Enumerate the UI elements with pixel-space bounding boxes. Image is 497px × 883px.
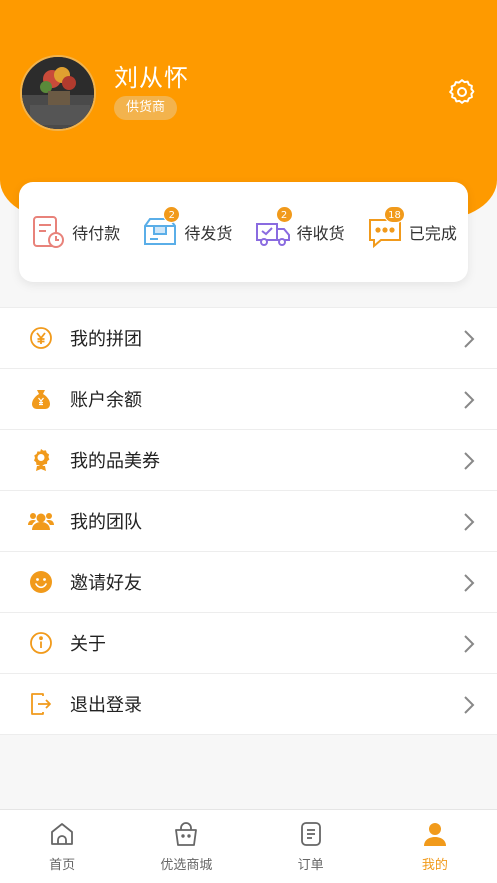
- tab-orders[interactable]: 订单: [249, 810, 373, 883]
- settings-button[interactable]: [446, 76, 478, 108]
- menu-label: 退出登录: [70, 695, 142, 716]
- tab-label: 我的: [421, 858, 448, 873]
- order-completed[interactable]: 18 已完成: [356, 182, 468, 282]
- bottom-tab-bar: 首页 优选商城 订单 我的: [0, 809, 497, 883]
- user-name: 刘从怀: [114, 64, 189, 92]
- badge: 2: [275, 206, 293, 223]
- chevron-right-icon: [464, 635, 475, 653]
- gear-icon: [449, 79, 475, 104]
- menu-item-invite[interactable]: 邀请好友: [0, 552, 497, 613]
- tab-label: 首页: [49, 858, 76, 873]
- menu-label: 我的拼团: [70, 329, 142, 350]
- order-label: 待发货: [184, 224, 233, 243]
- chevron-right-icon: [464, 391, 475, 409]
- order-pending-receipt[interactable]: 2 待收货: [244, 182, 356, 282]
- menu-label: 我的品美券: [70, 451, 160, 472]
- award-icon: [28, 447, 54, 473]
- role-badge: 供货商: [114, 96, 178, 120]
- order-label: 待收货: [296, 224, 345, 243]
- menu-label: 邀请好友: [70, 573, 142, 594]
- completed-icon: 18: [367, 206, 405, 250]
- home-icon: [51, 823, 74, 845]
- info-icon: [28, 630, 54, 656]
- menu-label: 账户余额: [70, 390, 142, 411]
- menu-item-logout[interactable]: 退出登录: [0, 674, 497, 735]
- pending-payment-icon: [30, 214, 66, 250]
- avatar[interactable]: [20, 55, 96, 131]
- logout-icon: [28, 691, 54, 717]
- menu-label: 我的团队: [70, 512, 142, 533]
- tab-home[interactable]: 首页: [0, 810, 124, 883]
- pending-shipment-icon: 2: [142, 206, 181, 250]
- menu-list: 我的拼团 账户余额 我的品美券 我的团队 邀请好友 关于 退出登录: [0, 307, 497, 735]
- menu-item-about[interactable]: 关于: [0, 613, 497, 674]
- tab-mall[interactable]: 优选商城: [124, 810, 248, 883]
- chevron-right-icon: [464, 330, 475, 348]
- menu-item-group-buy[interactable]: 我的拼团: [0, 308, 497, 369]
- money-bag-icon: [28, 386, 54, 412]
- tab-mine[interactable]: 我的: [373, 810, 497, 883]
- chevron-right-icon: [464, 574, 475, 592]
- chevron-right-icon: [464, 696, 475, 714]
- chevron-right-icon: [464, 452, 475, 470]
- menu-item-team[interactable]: 我的团队: [0, 491, 497, 552]
- pending-receipt-icon: 2: [255, 206, 293, 250]
- yen-circle-icon: [28, 325, 54, 351]
- menu-item-balance[interactable]: 账户余额: [0, 369, 497, 430]
- shopping-bag-icon: [175, 822, 198, 846]
- order-pending-payment[interactable]: 待付款: [19, 182, 131, 282]
- tab-label: 优选商城: [160, 858, 213, 873]
- order-label: 待付款: [72, 224, 121, 243]
- user-icon: [423, 823, 446, 846]
- smile-icon: [28, 569, 54, 595]
- menu-label: 关于: [70, 634, 106, 655]
- tab-label: 订单: [297, 858, 324, 873]
- order-list-icon: [300, 822, 321, 846]
- order-status-card: 待付款 2 待发货 2 待收货 18 已完成: [19, 182, 468, 282]
- chevron-right-icon: [464, 513, 475, 531]
- order-pending-shipment[interactable]: 2 待发货: [131, 182, 243, 282]
- badge: 18: [384, 206, 405, 223]
- menu-item-coupons[interactable]: 我的品美券: [0, 430, 497, 491]
- order-label: 已完成: [408, 224, 457, 243]
- team-icon: [28, 508, 54, 534]
